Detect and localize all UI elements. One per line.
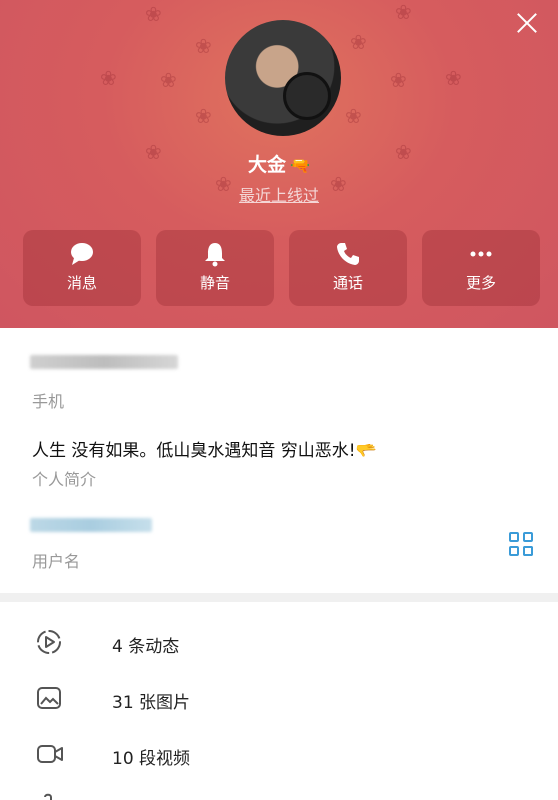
pattern-icon: ❀ (160, 68, 177, 92)
call-button[interactable]: 通话 (289, 230, 407, 306)
bio-text[interactable]: 人生 没有如果。低山臭水遇知音 穷山恶水!🫳 (32, 436, 377, 461)
avatar[interactable] (225, 20, 341, 136)
steering-wheel-icon (283, 72, 331, 120)
images-count: 31 张图片 (112, 693, 191, 713)
phone-icon (289, 240, 407, 268)
last-seen-status: 最近上线过 (238, 186, 319, 205)
profile-name: 大金 (248, 154, 287, 176)
mute-button[interactable]: 静音 (156, 230, 274, 306)
bio-text-content: 人生 没有如果。低山臭水遇知音 穷山恶水! (32, 441, 356, 461)
stories-icon (36, 629, 62, 655)
videos-row[interactable]: 10 段视频 (0, 727, 558, 783)
mute-label: 静音 (199, 274, 230, 292)
phone-label: 手机 (32, 392, 65, 411)
more-label: 更多 (465, 274, 496, 292)
pattern-icon: ❀ (350, 30, 367, 54)
pattern-icon: ❀ (395, 0, 412, 24)
gun-emoji-icon: 🔫 (290, 156, 310, 175)
message-label: 消息 (66, 274, 97, 292)
qr-code-icon[interactable] (509, 532, 535, 558)
message-button[interactable]: 消息 (23, 230, 141, 306)
pattern-icon: ❀ (195, 104, 212, 128)
action-buttons: 消息 静音 通话 更多 (23, 230, 540, 306)
more-button[interactable]: 更多 (422, 230, 540, 306)
username-blurred[interactable] (30, 518, 152, 532)
images-row[interactable]: 31 张图片 (0, 671, 558, 727)
pattern-icon: ❀ (445, 66, 462, 90)
username-label: 用户名 (32, 552, 81, 571)
phone-number-blurred (30, 355, 178, 369)
pattern-icon: ❀ (195, 34, 212, 58)
close-icon[interactable] (514, 10, 540, 36)
chat-bubble-icon (23, 240, 141, 268)
profile-name-row: 大金 🔫 (0, 150, 558, 177)
stories-row[interactable]: 4 条动态 (0, 615, 558, 671)
pattern-icon: ❀ (390, 68, 407, 92)
image-icon (36, 685, 62, 711)
bell-icon (156, 240, 274, 268)
file-icon (36, 793, 62, 800)
next-row-partial[interactable] (0, 783, 558, 800)
videos-count: 10 段视频 (112, 749, 191, 769)
stories-count: 4 条动态 (112, 637, 180, 657)
call-label: 通话 (332, 274, 363, 292)
bio-label: 个人简介 (32, 470, 97, 489)
section-divider (0, 593, 558, 602)
hand-emoji-icon: 🫳 (355, 441, 377, 461)
pattern-icon: ❀ (345, 104, 362, 128)
pattern-icon: ❀ (100, 66, 117, 90)
profile-header: ❀ ❀ ❀ ❀ ❀ ❀ ❀ ❀ ❀ ❀ ❀ ❀ ❀ ❀ 大金 🔫 最近上线过 消息… (0, 0, 558, 328)
video-icon (36, 741, 63, 767)
pattern-icon: ❀ (145, 2, 162, 26)
more-dots-icon (422, 240, 540, 268)
